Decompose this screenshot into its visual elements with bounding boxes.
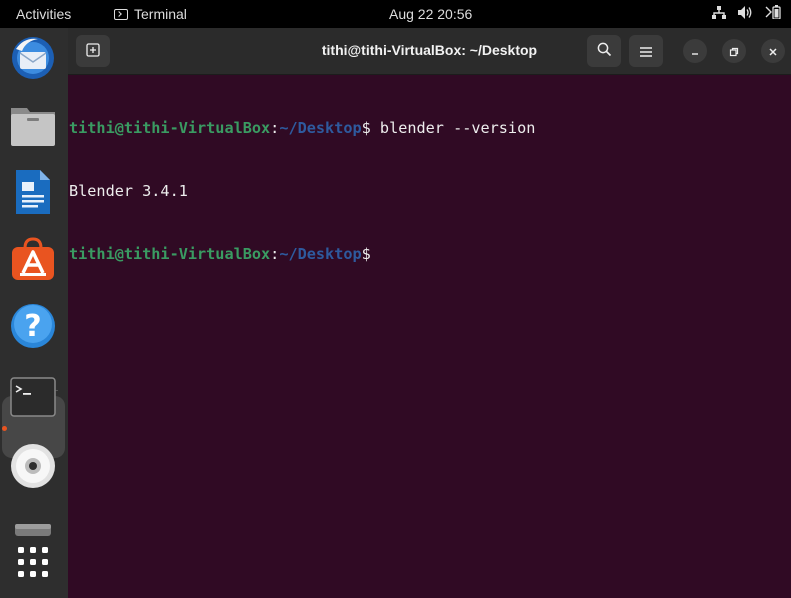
prompt-user: tithi@tithi-VirtualBox [69, 245, 271, 263]
prompt-separator: : [270, 119, 280, 137]
restore-icon [729, 42, 739, 61]
running-indicator [2, 426, 7, 431]
terminal-output[interactable]: tithi@tithi-VirtualBox:~/Desktop$ blende… [68, 76, 535, 307]
thunderbird-icon[interactable] [9, 34, 57, 82]
terminal-small-icon [114, 8, 128, 20]
writer-icon[interactable] [9, 168, 57, 216]
terminal-line-command: tithi@tithi-VirtualBox:~/Desktop$ blende… [69, 118, 535, 139]
prompt-path: ~/Desktop [279, 119, 362, 137]
volume-icon[interactable] [738, 5, 753, 22]
terminal-line-prompt: tithi@tithi-VirtualBox:~/Desktop$ [69, 244, 535, 265]
search-icon [597, 42, 612, 61]
svg-text:?: ? [24, 309, 41, 344]
terminal-window: tithi@tithi-VirtualBox: ~/Desktop tithi@… [68, 28, 791, 598]
app-center-icon[interactable] [9, 235, 57, 283]
terminal-icon[interactable] [9, 373, 57, 421]
files-icon[interactable] [9, 102, 57, 150]
app-menu[interactable]: Terminal [114, 6, 187, 22]
prompt-symbol: $ [361, 245, 371, 263]
help-icon[interactable]: ? [9, 302, 57, 350]
maximize-button[interactable] [722, 39, 746, 63]
prompt-separator: : [270, 245, 280, 263]
output-text: Blender 3.4.1 [69, 182, 188, 200]
app-menu-label: Terminal [134, 6, 187, 22]
header-bar: tithi@tithi-VirtualBox: ~/Desktop [68, 28, 791, 75]
hamburger-menu-icon [640, 42, 652, 61]
network-icon[interactable] [712, 5, 726, 22]
close-icon [768, 42, 778, 61]
clock[interactable]: Aug 22 20:56 [389, 6, 472, 22]
close-button[interactable] [761, 39, 785, 63]
minimize-icon [690, 42, 700, 61]
top-bar: Activities Terminal Aug 22 20:56 [0, 0, 791, 28]
activities-button[interactable]: Activities [16, 6, 71, 22]
prompt-symbol: $ [361, 119, 380, 137]
system-tray[interactable] [712, 5, 781, 22]
terminal-line-output: Blender 3.4.1 [69, 181, 535, 202]
prompt-user: tithi@tithi-VirtualBox [69, 119, 271, 137]
command-text: blender --version [379, 119, 536, 137]
disc-icon[interactable] [9, 442, 57, 490]
search-button[interactable] [587, 35, 621, 67]
menu-button[interactable] [629, 35, 663, 67]
dock: ? [0, 28, 68, 598]
app-grid-icon[interactable] [9, 538, 57, 586]
minimize-button[interactable] [683, 39, 707, 63]
battery-icon[interactable] [765, 5, 781, 22]
prompt-path: ~/Desktop [279, 245, 362, 263]
